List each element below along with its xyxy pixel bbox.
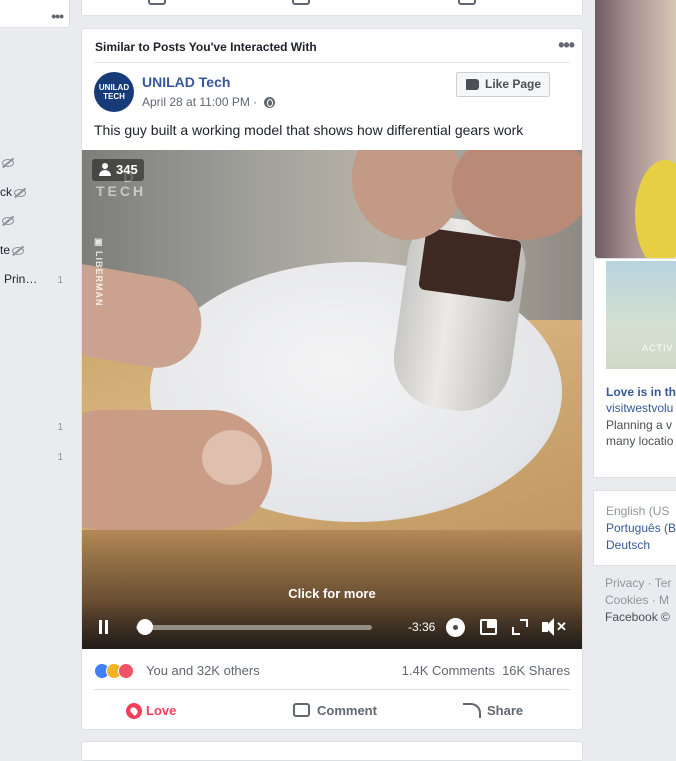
post-text: This guy built a working model that show… <box>94 122 524 138</box>
like-icon[interactable] <box>148 0 166 5</box>
right-sidebar: ACTIV Love is in th visitwestvolu Planni… <box>593 0 676 753</box>
post-card: Similar to Posts You've Interacted With … <box>81 28 583 730</box>
ad-title[interactable]: Love is in th <box>606 385 676 399</box>
more-options-icon[interactable]: ••• <box>51 8 64 24</box>
progress-scrubber[interactable] <box>136 619 153 635</box>
progress-bar[interactable] <box>136 625 372 630</box>
page-avatar[interactable]: UNILAD TECH <box>94 72 134 112</box>
love-button[interactable]: Love <box>126 701 176 721</box>
comments-shares-count[interactable]: 1.4K Comments 16K Shares <box>402 663 570 678</box>
like-page-button[interactable]: Like Page <box>456 72 550 97</box>
sidebar-item[interactable]: ck <box>0 185 26 199</box>
language-current: English (US <box>606 504 670 518</box>
language-link[interactable]: Deutsch <box>606 538 650 552</box>
picture-in-picture-icon[interactable] <box>480 619 497 635</box>
share-icon[interactable] <box>458 0 476 5</box>
video-player[interactable]: D TECH ▣ LIBERMAN 345 Click for more -3:3… <box>82 150 582 649</box>
ad-image[interactable]: ACTIV <box>606 261 676 369</box>
next-post-card <box>81 741 583 761</box>
sidebar-count: 1 <box>57 275 63 286</box>
share-button[interactable]: Share <box>463 701 523 721</box>
time-remaining: -3:36 <box>408 620 436 634</box>
reactions-bar: You and 32K others 1.4K Comments 16K Sha… <box>94 661 570 681</box>
hidden-icon <box>2 216 14 225</box>
hidden-icon <box>2 158 14 167</box>
fullscreen-icon[interactable] <box>512 619 528 635</box>
globe-icon <box>263 97 275 109</box>
share-arrow-icon <box>463 703 481 718</box>
sidebar-item[interactable] <box>0 155 14 169</box>
footer-links[interactable]: Cookies · M <box>605 593 669 607</box>
video-credit: ▣ LIBERMAN <box>94 238 104 307</box>
comment-icon <box>293 703 310 717</box>
more-options-icon[interactable]: ••• <box>558 35 575 56</box>
viewer-count-badge: 345 <box>92 159 144 181</box>
footer-copyright: Facebook © <box>605 610 670 624</box>
page-name-link[interactable]: UNILAD Tech <box>142 74 230 90</box>
ad-site[interactable]: visitwestvolu <box>606 401 673 415</box>
footer-links[interactable]: Privacy · Ter <box>605 576 671 590</box>
sidebar-count: 1 <box>57 422 63 433</box>
language-box: English (US Português (B Deutsch <box>593 490 676 566</box>
previous-post-card <box>81 0 583 16</box>
sidebar-item[interactable]: Prin… <box>4 272 37 286</box>
pause-button[interactable] <box>98 620 110 634</box>
sidebar-top-box: ••• <box>0 0 70 28</box>
sidebar-item[interactable] <box>0 213 14 227</box>
thumbs-up-icon <box>466 79 479 90</box>
post-context-header: Similar to Posts You've Interacted With <box>95 40 317 54</box>
ad-description: Planning a v many locatio <box>606 418 674 448</box>
reactions-summary[interactable]: You and 32K others <box>146 663 260 678</box>
divider <box>94 62 570 63</box>
sidebar-count: 1 <box>57 452 63 463</box>
divider <box>94 689 570 690</box>
settings-gear-icon[interactable] <box>446 618 465 637</box>
comment-button[interactable]: Comment <box>293 701 377 721</box>
sidebar-item[interactable]: te <box>0 243 25 257</box>
click-for-more-link[interactable]: Click for more <box>82 586 582 601</box>
person-icon <box>99 163 111 177</box>
language-link[interactable]: Português (B <box>606 521 676 535</box>
left-sidebar: ••• ck te Prin… 1 1 1 <box>0 0 70 753</box>
sponsored-ad[interactable]: ACTIV Love is in th visitwestvolu Planni… <box>593 258 676 478</box>
heart-icon <box>126 703 142 719</box>
hidden-icon <box>14 188 26 197</box>
hidden-icon <box>12 246 25 255</box>
muted-volume-icon[interactable]: ✕ <box>542 618 568 636</box>
love-reaction-icon[interactable] <box>118 663 134 679</box>
post-timestamp[interactable]: April 28 at 11:00 PM · <box>142 95 275 109</box>
chat-video-thumbnail[interactable] <box>595 0 676 258</box>
comment-icon[interactable] <box>292 0 310 5</box>
